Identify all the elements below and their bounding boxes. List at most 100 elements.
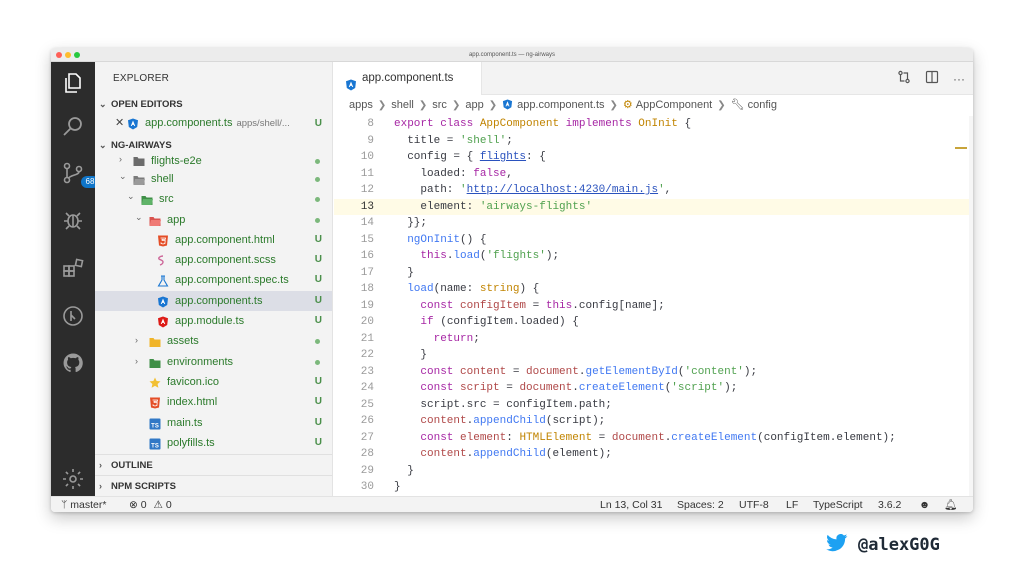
code-text: } — [394, 266, 414, 279]
code-line[interactable]: 15 ngOnInit() { — [334, 232, 973, 249]
breadcrumb-src[interactable]: src — [432, 99, 447, 111]
breadcrumb-shell[interactable]: shell — [391, 99, 414, 111]
tree-row-polyfills-ts[interactable]: TS polyfills.ts U — [95, 433, 332, 453]
gitlens-icon[interactable] — [60, 303, 86, 329]
folder-assets-icon — [149, 335, 161, 348]
code-line[interactable]: 20 if (configItem.loaded) { — [334, 314, 973, 331]
line-number: 8 — [367, 118, 374, 130]
code-line[interactable]: 11 loaded: false, — [334, 166, 973, 183]
code-line[interactable]: 8 export class AppComponent implements On… — [334, 116, 973, 133]
debug-icon[interactable] — [60, 207, 86, 233]
code-text: content.appendChild(element); — [420, 448, 612, 460]
code-line[interactable]: 23 const content = document.getElementBy… — [334, 364, 973, 381]
breadcrumb-app[interactable]: app — [465, 99, 483, 111]
code-line[interactable]: 26 content.appendChild(script); — [334, 413, 973, 430]
zoom-window-button[interactable] — [74, 52, 80, 58]
tab-label: app.component.ts — [362, 72, 454, 84]
tree-row-src[interactable]: ⌄ src — [95, 189, 332, 209]
tree-row-app-component-ts[interactable]: app.component.ts U — [95, 290, 332, 312]
search-icon[interactable] — [60, 114, 86, 140]
code-line[interactable]: 14 }}; — [334, 215, 973, 232]
breadcrumb-file[interactable]: app.component.ts — [517, 99, 604, 111]
open-editor-name: app.component.ts — [145, 117, 233, 129]
close-editor-icon[interactable]: ✕ — [115, 113, 124, 134]
modified-dot — [315, 159, 320, 164]
tree-row-main-ts[interactable]: TS main.ts U — [95, 413, 332, 433]
outline-header[interactable]: › OUTLINE — [95, 455, 332, 475]
code-line[interactable]: 9 title = 'shell'; — [334, 133, 973, 150]
tree-row-app[interactable]: ⌄ app — [95, 210, 332, 230]
modified-dot — [315, 217, 320, 223]
encoding-status[interactable]: UTF-8 — [739, 497, 769, 512]
notifications-bell-icon[interactable]: 🔔︎ — [944, 497, 957, 512]
code-line[interactable]: 18 load(name: string) { — [334, 281, 973, 298]
eol-status[interactable]: LF — [786, 497, 798, 512]
line-number: 23 — [360, 365, 374, 378]
code-line[interactable]: 21 return; — [334, 331, 973, 348]
source-control-icon[interactable]: 68 — [60, 160, 99, 188]
editor-scrollbar[interactable] — [969, 116, 973, 496]
github-icon[interactable] — [60, 350, 86, 376]
code-line[interactable]: 27 const element: HTMLElement = document… — [334, 430, 973, 447]
code-line[interactable]: 16 this.load('flights'); — [334, 248, 973, 265]
tree-row-app-component-scss[interactable]: app.component.scss U — [95, 250, 332, 270]
split-editor-icon[interactable] — [925, 70, 939, 87]
problems-status[interactable]: ⊗ 0 ⚠ 0 — [129, 497, 172, 512]
tree-row-app-component-spec-ts[interactable]: app.component.spec.ts U — [95, 270, 332, 290]
code-line[interactable]: 13 element: 'airways-flights' — [334, 198, 973, 215]
code-line[interactable]: 24 const script = document.createElement… — [334, 380, 973, 397]
open-changes-icon[interactable] — [897, 70, 911, 87]
code-editor[interactable]: 8 export class AppComponent implements On… — [334, 116, 973, 496]
open-editors-header[interactable]: ⌄ OPEN EDITORS — [95, 95, 332, 113]
code-text: } — [394, 481, 401, 493]
code-line[interactable]: 22 } — [334, 347, 973, 364]
tree-row-environments[interactable]: › environments — [95, 352, 332, 372]
tree-row-index-html[interactable]: index.html U — [95, 392, 332, 412]
project-header[interactable]: ⌄ NG-AIRWAYS — [95, 136, 332, 154]
cursor-position[interactable]: Ln 13, Col 31 — [600, 497, 662, 512]
code-text: script.src = configItem.path; — [394, 398, 612, 411]
more-actions-icon[interactable]: ··· — [953, 72, 965, 86]
code-line[interactable]: 25 script.src = configItem.path; — [334, 397, 973, 414]
line-number: 12 — [360, 184, 374, 196]
indentation-status[interactable]: Spaces: 2 — [677, 497, 724, 512]
minimize-window-button[interactable] — [65, 52, 71, 58]
tree-row-app-module-ts[interactable]: app.module.ts U — [95, 311, 332, 331]
branch-status[interactable]: ᛘ master* — [61, 497, 106, 512]
breadcrumb-chevron-icon: ❯ — [377, 100, 387, 111]
star-icon — [149, 376, 161, 388]
tree-row-assets[interactable]: › assets — [95, 331, 332, 351]
tree-row-app-component-html[interactable]: app.component.html U — [95, 230, 332, 250]
code-line[interactable]: 10 config = { flights: { — [334, 149, 973, 166]
untracked-status: U — [314, 315, 322, 327]
code-line[interactable]: 28 content.appendChild(element); — [334, 446, 973, 463]
tree-label: app.component.html — [175, 233, 275, 246]
close-window-button[interactable] — [56, 52, 62, 58]
open-editor-item[interactable]: ✕ app.component.ts apps/shell/... U — [95, 113, 332, 134]
code-text: const content = document.getElementById(… — [394, 365, 758, 378]
breadcrumb-class[interactable]: AppComponent — [636, 99, 712, 111]
explorer-icon[interactable] — [60, 70, 86, 96]
folder-icon — [133, 155, 145, 167]
feedback-smiley-icon[interactable]: ☻ — [919, 497, 930, 512]
settings-gear-icon[interactable] — [60, 466, 86, 492]
extensions-icon[interactable] — [60, 255, 86, 281]
npm-scripts-header[interactable]: › NPM SCRIPTS — [95, 475, 332, 495]
code-line[interactable]: 29 } — [334, 463, 973, 480]
tree-row-flights-e2e[interactable]: › flights-e2e — [95, 154, 332, 169]
breadcrumb-property[interactable]: config — [748, 99, 777, 111]
code-line[interactable]: 12 path: 'http://localhost:4230/main.js'… — [334, 182, 973, 199]
code-line[interactable]: 19 const configItem = this.config[name]; — [334, 298, 973, 315]
language-mode[interactable]: TypeScript — [813, 497, 863, 512]
ts-version[interactable]: 3.6.2 — [878, 497, 901, 512]
breadcrumb-chevron-icon: ❯ — [451, 100, 461, 111]
code-line[interactable]: 17 } — [334, 265, 973, 282]
breadcrumb-apps[interactable]: apps — [349, 99, 373, 111]
untracked-status: U — [314, 118, 322, 129]
line-number: 27 — [360, 431, 374, 444]
code-text: return; — [394, 332, 480, 345]
code-line[interactable]: 30} — [334, 479, 973, 496]
tab-app-component-ts[interactable]: app.component.ts — [334, 62, 482, 95]
code-text: } — [394, 464, 414, 477]
tree-row-favicon[interactable]: favicon.ico U — [95, 372, 332, 392]
